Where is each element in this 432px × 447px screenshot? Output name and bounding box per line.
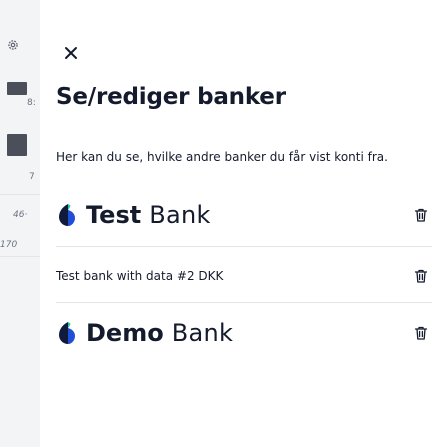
background-label: 170 [0,240,18,250]
bank-logo-icon [59,204,75,226]
trash-icon [414,208,428,222]
bank-logo-icon [59,322,75,344]
demo-bank-logo: Demo Bank [56,319,410,347]
background-label: 8: [27,98,36,108]
background-label: 46· [13,210,28,220]
divider [56,246,432,247]
background-page: 8: 7 46· 170 [0,0,40,447]
gear-icon [8,40,18,50]
background-label: 7 [29,172,35,182]
edit-banks-panel: Se/rediger banker Her kan du se, hvilke … [40,0,432,447]
bank-name-bold: Test [86,201,142,229]
bank-name-light: Bank [149,201,211,229]
close-icon [65,47,77,59]
delete-bank-button[interactable] [410,322,432,344]
close-button[interactable] [60,42,82,64]
background-divider [0,256,40,257]
background-bar [7,82,27,95]
trash-icon [414,326,428,340]
background-bar [7,134,27,156]
delete-bank-button[interactable] [410,265,432,287]
bank-row-demo-bank: Demo Bank [56,312,428,354]
background-divider [0,194,40,195]
delete-bank-button[interactable] [410,204,432,226]
bank-row-test-bank: Test Bank [56,194,428,236]
panel-description: Her kan du se, hvilke andre banker du få… [56,150,388,164]
trash-icon [414,269,428,283]
page-title: Se/rediger banker [56,84,286,110]
bank-name: Test bank with data #2 DKK [56,269,224,283]
divider [56,302,432,303]
bank-row-test-bank-data-2: Test bank with data #2 DKK [56,262,428,290]
test-bank-logo: Test Bank [56,201,410,229]
bank-name-bold: Demo [86,319,164,347]
bank-name-light: Bank [171,319,234,347]
